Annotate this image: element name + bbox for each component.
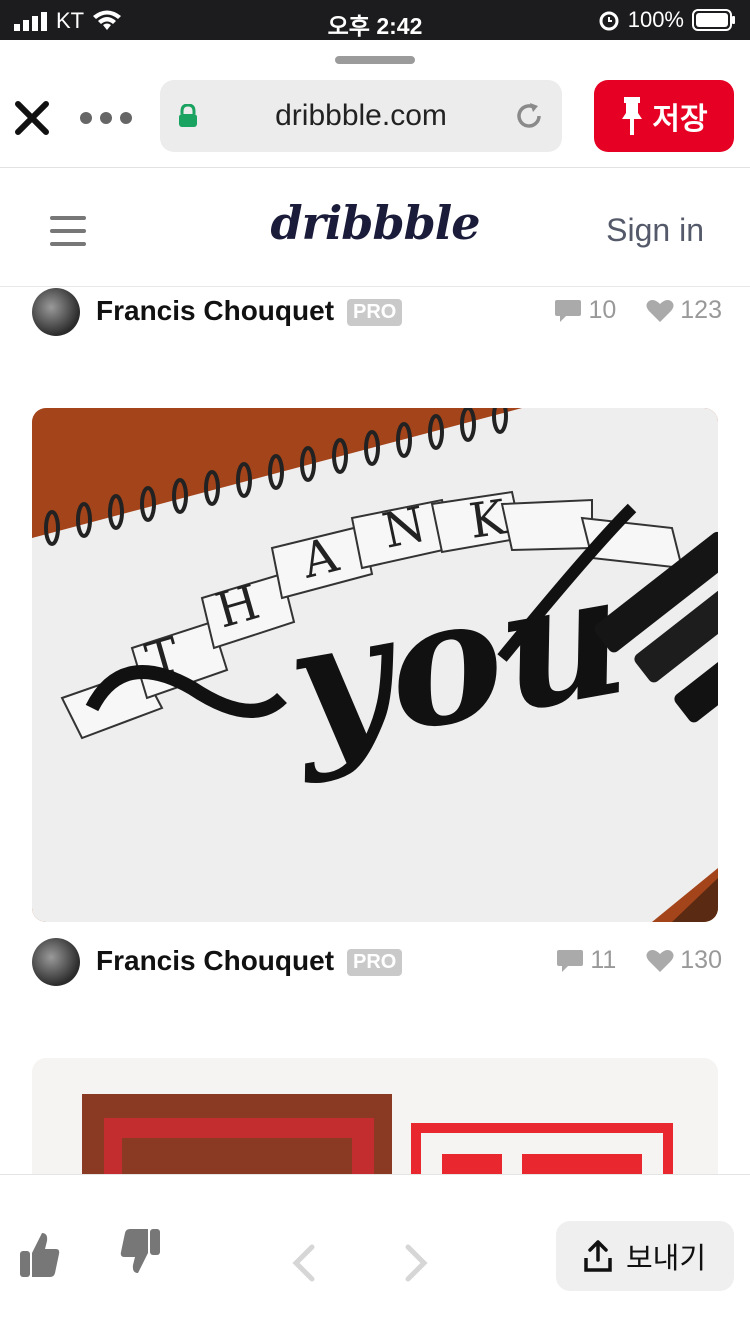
battery-percent: 100% (627, 7, 684, 32)
close-icon[interactable] (14, 100, 50, 136)
avatar[interactable] (32, 938, 80, 986)
reload-icon[interactable] (514, 101, 544, 131)
like-count: 123 (680, 296, 722, 324)
save-label: 저장 (652, 103, 708, 136)
share-icon (584, 1240, 612, 1272)
alarm-icon (599, 11, 619, 31)
send-button[interactable]: 보내기 (556, 1221, 734, 1291)
pro-badge: PRO (347, 949, 403, 976)
url-text: dribbble.com (275, 99, 447, 132)
battery-icon (692, 9, 735, 31)
forward-icon[interactable] (404, 1243, 428, 1283)
address-bar[interactable]: dribbble.com (160, 80, 562, 152)
heart-icon[interactable] (646, 299, 674, 323)
comment-icon (555, 299, 582, 322)
back-icon[interactable] (292, 1243, 316, 1283)
more-icon[interactable] (80, 112, 132, 124)
save-button[interactable]: 저장 (594, 80, 734, 152)
avatar[interactable] (32, 288, 80, 336)
shot-meta: Francis Chouquet PRO 11 130 (32, 938, 722, 988)
heart-icon[interactable] (646, 949, 674, 973)
author-name[interactable]: Francis Chouquet (96, 945, 334, 977)
thumbs-down-icon[interactable] (120, 1227, 160, 1275)
comment-count: 10 (588, 296, 617, 324)
pin-icon (622, 97, 643, 135)
send-label: 보내기 (625, 1243, 707, 1275)
status-bar: KT 오후 2:42 100% (0, 0, 750, 40)
thumbs-up-icon[interactable] (20, 1231, 60, 1279)
sign-in-link[interactable]: Sign in (606, 212, 704, 249)
author-name[interactable]: Francis Chouquet (96, 295, 334, 327)
browser-sheet: dribbble.com 저장 dribbble Sign in Francis… (0, 40, 750, 1334)
shot-image[interactable] (32, 1058, 718, 1178)
site-header: dribbble Sign in (0, 168, 750, 287)
comment-icon (557, 949, 584, 972)
shot-image[interactable]: T H A N K you (32, 408, 718, 922)
like-count: 130 (680, 946, 722, 974)
comment-count: 11 (590, 946, 617, 974)
pro-badge: PRO (347, 299, 403, 326)
bottom-toolbar: 보내기 (0, 1174, 750, 1334)
shot-meta: Francis Chouquet PRO 10 123 (32, 288, 722, 338)
sheet-grabber[interactable] (335, 56, 415, 64)
